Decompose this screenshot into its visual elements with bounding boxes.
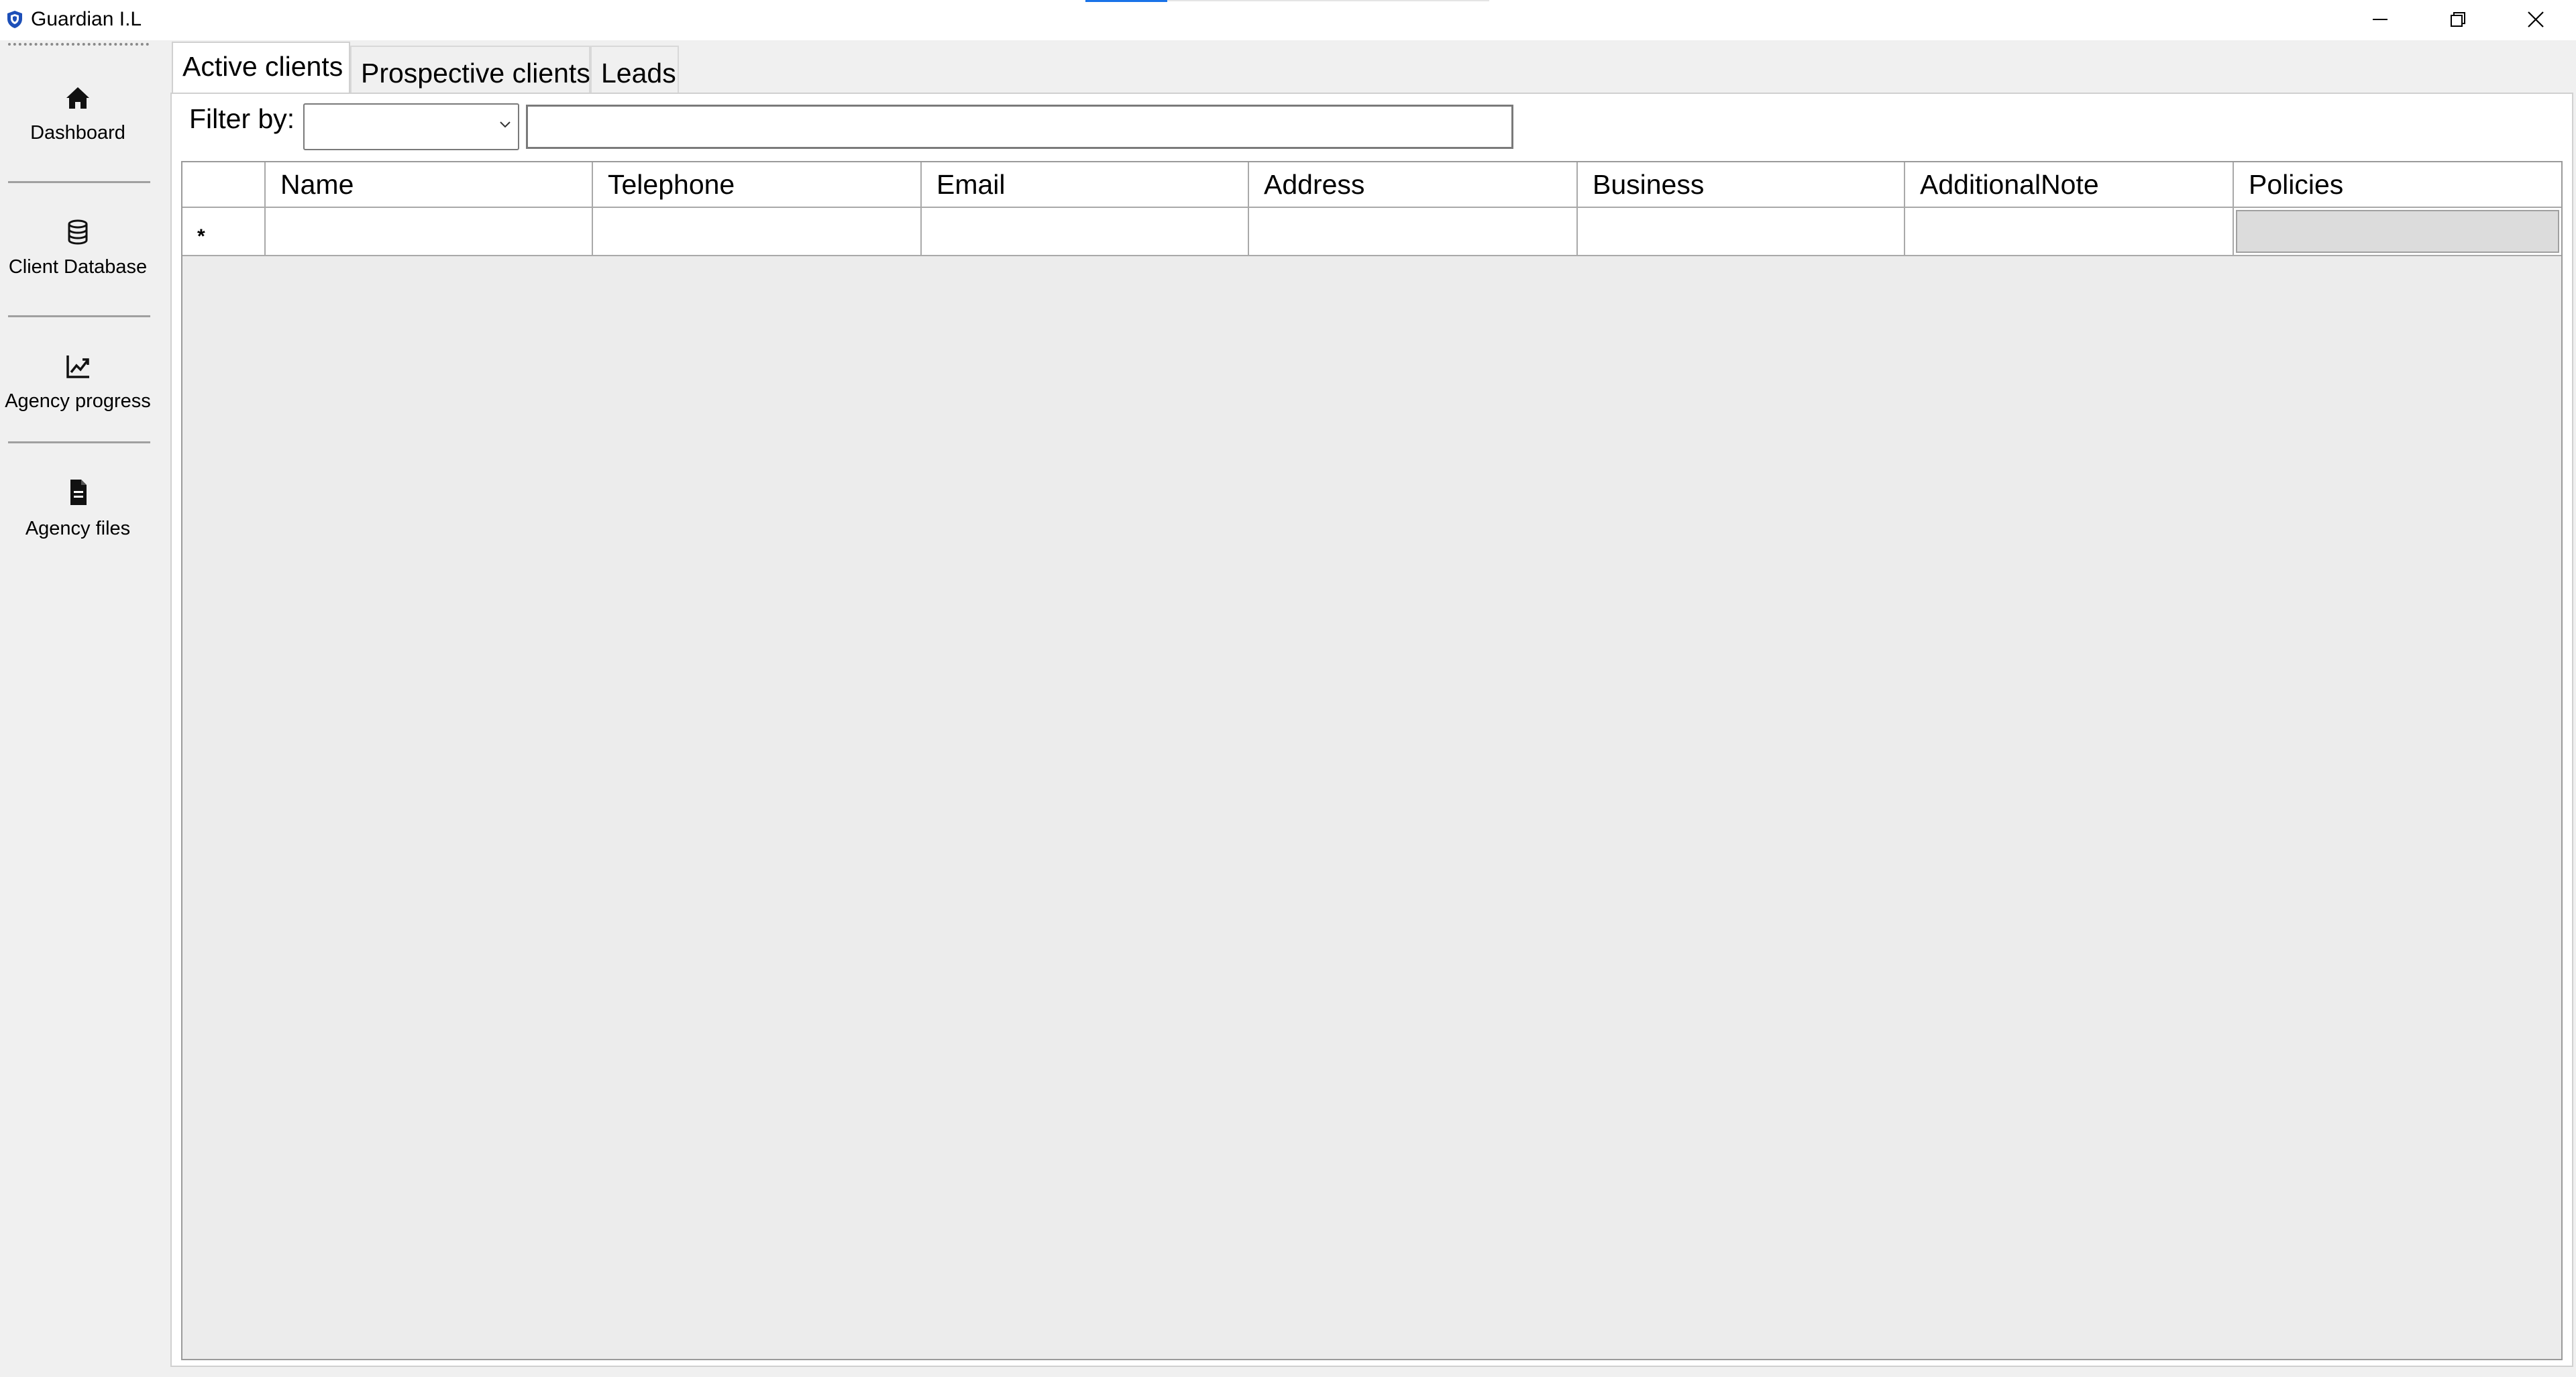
restore-button[interactable] — [2418, 0, 2496, 40]
sidebar-item-agency-files[interactable]: Agency files — [0, 463, 156, 584]
sidebar-item-label: Agency files — [25, 518, 131, 539]
restore-icon — [2451, 12, 2465, 27]
cell-additional-note[interactable] — [1905, 208, 2234, 255]
close-button[interactable] — [2496, 0, 2574, 40]
tab-panel-active-clients: Filter by: Name Telephone Email Address … — [170, 93, 2573, 1367]
minimize-button[interactable] — [2341, 0, 2418, 40]
sidebar-item-label: Dashboard — [30, 122, 125, 144]
sidebar-grip[interactable] — [8, 43, 149, 46]
sidebar: Dashboard Client Database Agency progres… — [0, 40, 168, 1377]
sidebar-item-dashboard[interactable]: Dashboard — [0, 67, 156, 188]
sidebar-item-label: Client Database — [8, 256, 148, 278]
close-icon — [2528, 11, 2544, 27]
filter-text-input[interactable] — [526, 105, 1513, 149]
column-header-address[interactable]: Address — [1249, 162, 1578, 207]
title-accent-bar — [1085, 0, 1167, 2]
column-header-policies[interactable]: Policies — [2234, 162, 2561, 207]
sidebar-item-agency-progress[interactable]: Agency progress — [0, 335, 156, 456]
tab-label: Leads — [601, 58, 676, 89]
clients-grid[interactable]: Name Telephone Email Address Business Ad… — [181, 161, 2563, 1360]
cell-policies-button[interactable] — [2236, 210, 2559, 253]
column-header-label: Telephone — [608, 169, 735, 200]
tab-label: Active clients — [182, 51, 343, 82]
tab-label: Prospective clients — [361, 58, 590, 89]
cell-name[interactable] — [266, 208, 593, 255]
row-header-corner[interactable] — [182, 162, 266, 207]
row-header[interactable]: * — [182, 208, 266, 255]
column-header-additional-note[interactable]: AdditionalNote — [1905, 162, 2234, 207]
tab-prospective-clients[interactable]: Prospective clients — [350, 46, 590, 93]
main-area: Active clients Prospective clients Leads… — [168, 40, 2576, 1377]
column-header-telephone[interactable]: Telephone — [593, 162, 922, 207]
sidebar-divider — [8, 315, 150, 317]
grid-header: Name Telephone Email Address Business Ad… — [182, 162, 2561, 208]
cell-address[interactable] — [1249, 208, 1578, 255]
title-accent-track — [1167, 0, 1489, 1]
column-header-label: Policies — [2249, 169, 2344, 200]
home-icon — [66, 87, 89, 109]
table-row-new[interactable]: * — [182, 208, 2561, 256]
column-header-label: Email — [936, 169, 1006, 200]
column-header-email[interactable]: Email — [922, 162, 1249, 207]
minimize-icon — [2373, 19, 2387, 20]
column-header-label: AdditionalNote — [1920, 169, 2099, 200]
shield-icon — [7, 11, 22, 28]
tab-active-clients[interactable]: Active clients — [172, 42, 350, 93]
sidebar-divider — [8, 181, 150, 183]
sidebar-item-label: Agency progress — [5, 390, 151, 412]
sidebar-item-client-database[interactable]: Client Database — [0, 201, 156, 322]
tab-leads[interactable]: Leads — [590, 46, 679, 93]
column-header-business[interactable]: Business — [1578, 162, 1905, 207]
new-row-marker: * — [197, 225, 205, 247]
cell-business[interactable] — [1578, 208, 1905, 255]
filter-field-dropdown[interactable] — [303, 103, 519, 150]
column-header-label: Name — [280, 169, 354, 200]
column-header-label: Business — [1593, 169, 1705, 200]
database-icon — [68, 219, 88, 245]
line-chart-icon — [66, 355, 89, 378]
cell-telephone[interactable] — [593, 208, 922, 255]
file-icon — [70, 480, 87, 505]
column-header-label: Address — [1264, 169, 1365, 200]
chevron-down-icon — [500, 121, 511, 128]
title-bar: Guardian I.L — [0, 0, 2576, 40]
column-header-name[interactable]: Name — [266, 162, 593, 207]
cell-email[interactable] — [922, 208, 1249, 255]
filter-label: Filter by: — [189, 103, 295, 134]
sidebar-divider — [8, 441, 150, 443]
window-title: Guardian I.L — [31, 8, 142, 30]
